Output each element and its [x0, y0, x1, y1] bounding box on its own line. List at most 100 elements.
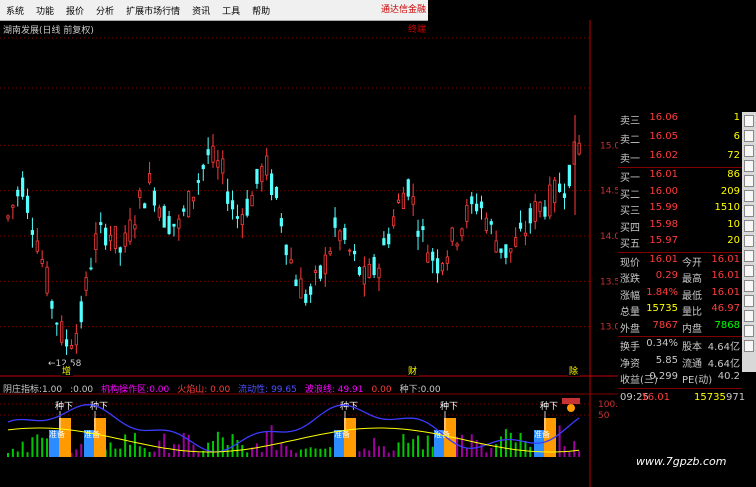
indicator-bar — [124, 434, 127, 457]
stat-value-2: 7868 — [714, 319, 740, 331]
stat-value: 16.01 — [649, 253, 678, 265]
candle-body — [99, 222, 103, 226]
candle-body — [465, 204, 469, 222]
price-chart[interactable]: 15.0014.5014.0013.5013.00←12.58增财除100.05… — [0, 0, 618, 487]
indicator-bar — [133, 433, 136, 457]
candle-body — [372, 256, 376, 276]
indicator-bar — [456, 436, 459, 457]
bid-row: 买一 16.01 86 — [618, 169, 742, 185]
candle-body — [450, 227, 454, 242]
toolbar-button-icon[interactable] — [744, 310, 754, 322]
candle-body — [55, 322, 59, 325]
candle-body — [553, 179, 557, 204]
candle-body — [401, 192, 405, 210]
candle-body — [523, 232, 528, 237]
candle-body — [25, 195, 30, 213]
toolbar-button-icon[interactable] — [744, 250, 754, 262]
candle-body — [499, 248, 503, 253]
indicator-bar — [153, 451, 156, 457]
ask-volume: 72 — [727, 150, 740, 161]
candle-body — [299, 278, 303, 299]
candle-body — [84, 277, 88, 291]
candle-body — [250, 195, 254, 207]
indicator-bar — [216, 431, 219, 457]
candle-body — [265, 155, 269, 176]
candle-body — [294, 279, 298, 287]
candle-body — [196, 180, 200, 183]
stat-row: 涨幅 1.84% 最低 16.01 — [618, 287, 742, 303]
candle-body — [30, 230, 35, 235]
toolbar-button-icon[interactable] — [744, 220, 754, 232]
candle-body — [128, 219, 132, 242]
candle-body — [201, 164, 205, 170]
candle-body — [123, 232, 127, 247]
candle-body — [260, 166, 264, 182]
candle-body — [416, 230, 420, 237]
toolbar-button-icon[interactable] — [744, 190, 754, 202]
indicator-bar — [417, 435, 420, 457]
indicator-bar — [431, 446, 434, 457]
candle-body — [323, 254, 327, 275]
candle-body — [543, 206, 547, 217]
stat-value: 5.85 — [655, 354, 678, 366]
toolbar-button-icon[interactable] — [744, 340, 754, 352]
indicator-bar — [504, 429, 507, 457]
toolbar-button-icon[interactable] — [744, 145, 754, 157]
quote-separator — [618, 387, 742, 389]
indicator-bar — [11, 448, 14, 457]
indicator-bar — [21, 441, 24, 457]
ask-row: 卖一 16.02 72 — [618, 150, 742, 166]
toolbar-button-icon[interactable] — [744, 265, 754, 277]
stat-value-2: 16.01 — [711, 253, 740, 265]
bid-row: 买二 16.00 209 — [618, 186, 742, 202]
candle-body — [538, 201, 542, 212]
indicator-bar — [319, 448, 322, 457]
toolbar-button-icon[interactable] — [744, 295, 754, 307]
candle-body — [74, 332, 78, 346]
toolbar-button-icon[interactable] — [744, 325, 754, 337]
indicator-bar — [143, 448, 146, 457]
candle-body — [348, 249, 352, 252]
candle-body — [455, 243, 459, 247]
candle-body — [367, 263, 371, 278]
toolbar-button-icon[interactable] — [744, 160, 754, 172]
indicator-bar — [280, 442, 283, 457]
toolbar-button-icon[interactable] — [744, 205, 754, 217]
toolbar-button-icon[interactable] — [744, 115, 754, 127]
candle-body — [230, 200, 235, 210]
candle-body — [557, 183, 562, 192]
candle-body — [514, 237, 518, 247]
indicator-bar — [138, 446, 141, 457]
ask-price: 16.06 — [649, 112, 678, 123]
indicator-value-6: 0.00 — [371, 385, 392, 395]
price-tick-label: 13.50 — [600, 277, 618, 287]
indicator-value-1: :0.00 — [70, 385, 94, 395]
bid-price: 16.00 — [649, 185, 678, 197]
candle-body — [21, 177, 25, 197]
tick-price: 16.01 — [641, 391, 670, 403]
candle-body — [221, 158, 225, 174]
indicator-bar — [329, 447, 332, 457]
toolbar-button-icon[interactable] — [744, 130, 754, 142]
indicator-bar — [75, 449, 78, 457]
bid-volume: 1510 — [714, 202, 740, 213]
indicator-bar — [373, 438, 376, 457]
stat-value: 1.84% — [646, 286, 678, 298]
candle-body — [94, 233, 98, 250]
latest-signal-dot — [567, 404, 575, 412]
indicator-bar — [26, 452, 29, 457]
indicator-bar — [387, 452, 390, 457]
toolbar-button-icon[interactable] — [744, 175, 754, 187]
toolbar-button-icon[interactable] — [744, 280, 754, 292]
candle-body — [509, 248, 513, 253]
toolbar-button-icon[interactable] — [744, 235, 754, 247]
candle-body — [445, 256, 449, 264]
candle-body — [191, 196, 196, 202]
candle-body — [304, 293, 308, 303]
indicator-bar — [114, 448, 117, 457]
candle-body — [147, 173, 152, 184]
candle-body — [435, 258, 440, 274]
stat-value-2: 16.01 — [711, 286, 740, 298]
stat-row: 总量 15735 量比 46.97 — [618, 303, 742, 319]
candle-body — [240, 214, 244, 226]
